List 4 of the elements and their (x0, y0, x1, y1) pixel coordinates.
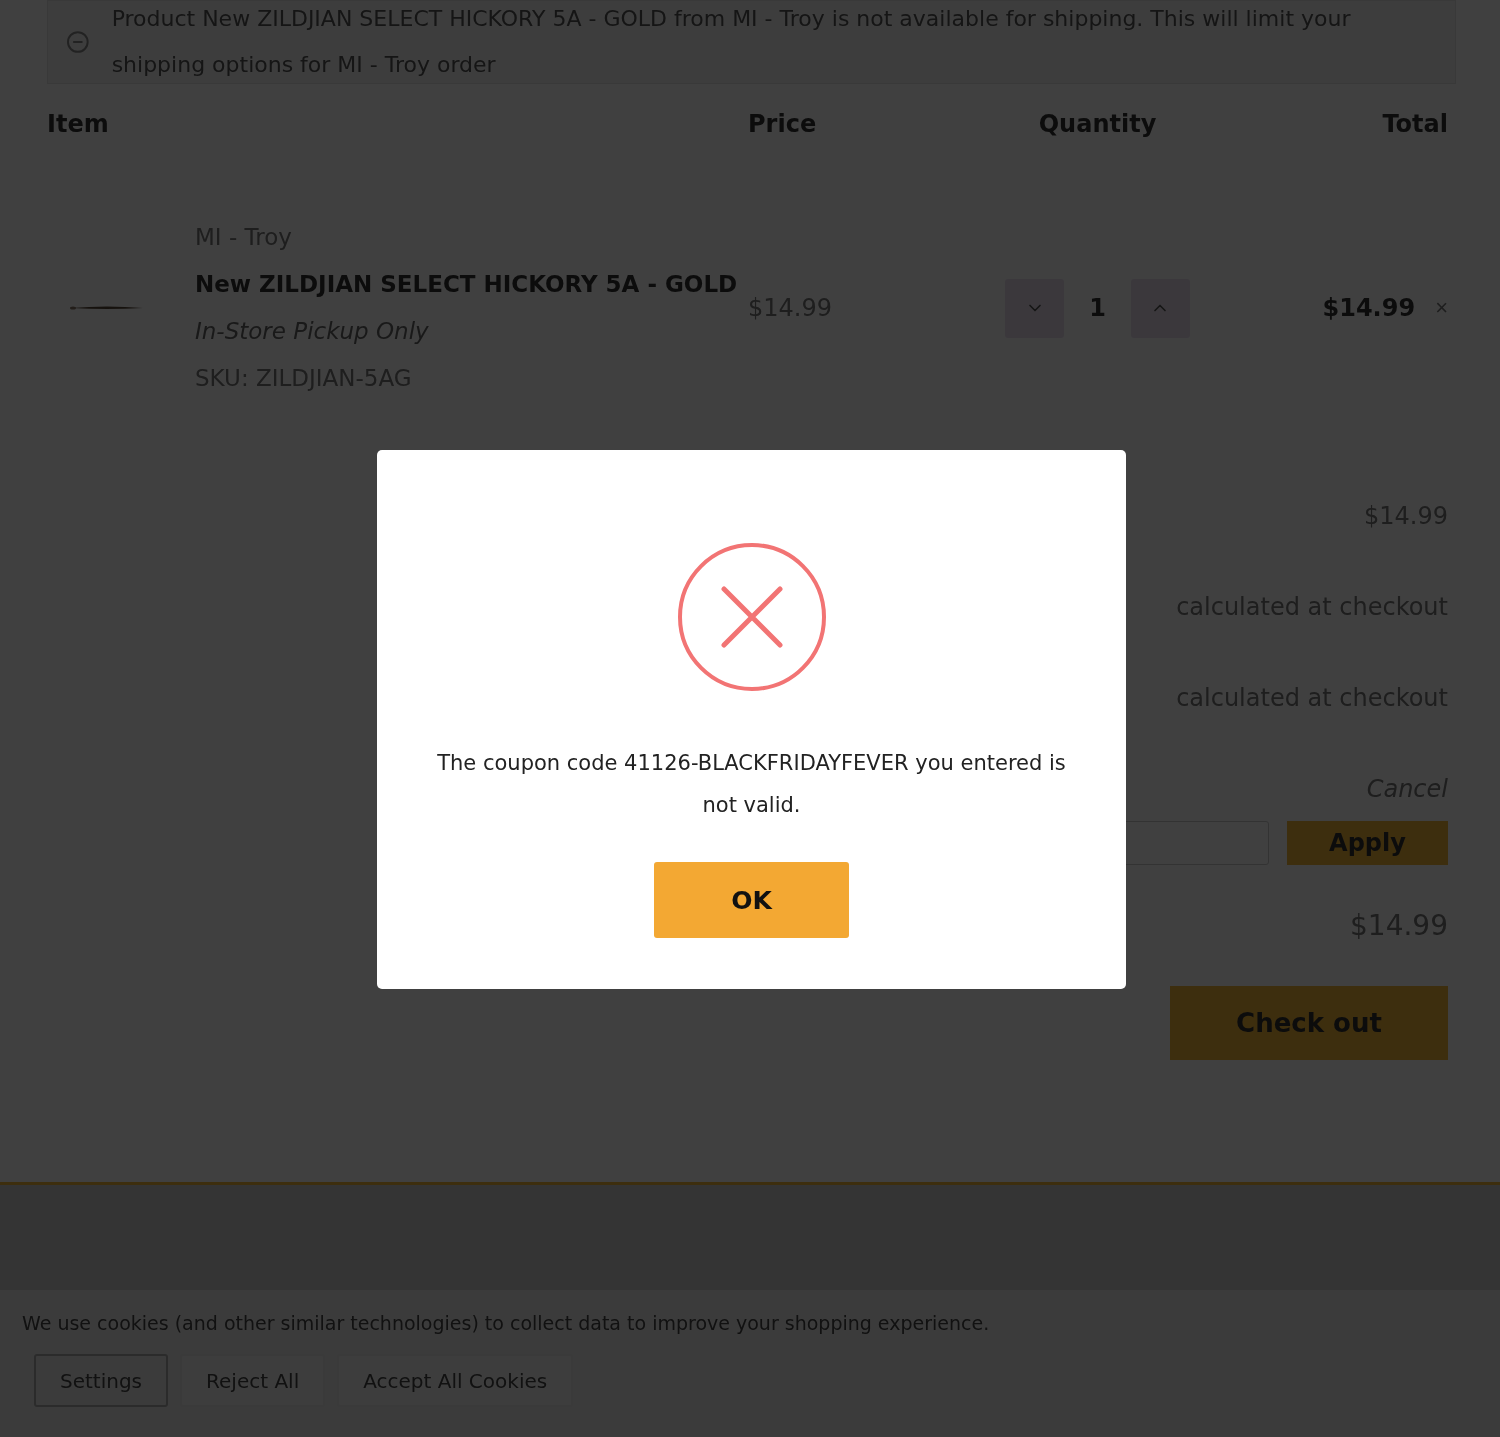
ok-button[interactable]: OK (654, 862, 849, 938)
remove-button[interactable]: × (1435, 295, 1448, 321)
dialog-message: The coupon code 41126-BLACKFRIDAYFEVER you entered is not valid. (436, 750, 1067, 819)
error-icon (676, 542, 827, 692)
